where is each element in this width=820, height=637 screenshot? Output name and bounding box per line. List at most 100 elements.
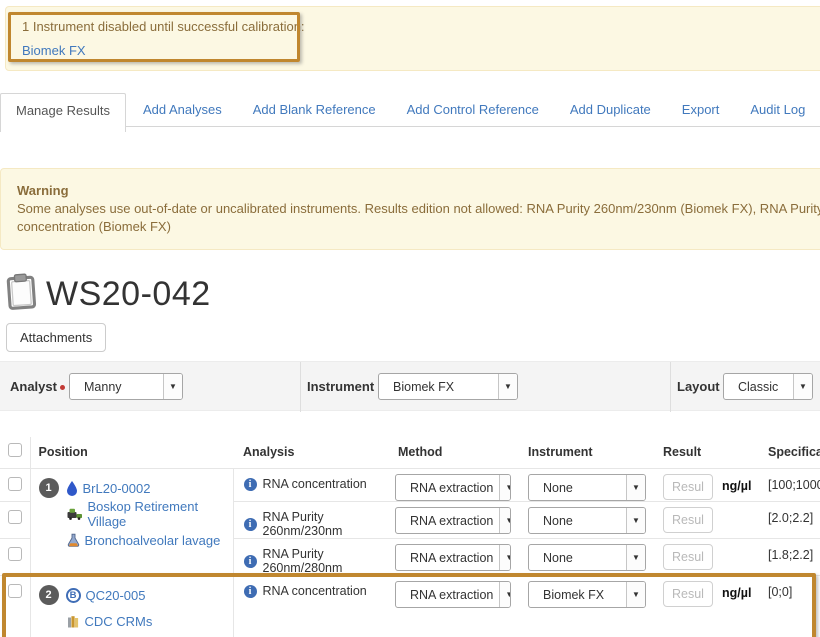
water-drop-icon [66, 481, 78, 496]
analysis-instrument-select-value: Biomek FX [529, 588, 610, 602]
method-select-value: RNA extraction [396, 551, 499, 565]
instrument-link[interactable]: Biomek FX [22, 43, 86, 58]
tab-export[interactable]: Export [668, 93, 734, 127]
warning-title: Warning [17, 182, 820, 200]
analysis-name: RNA concentration [263, 584, 367, 598]
client-icon [67, 508, 83, 520]
analysis-name: RNA Purity 260nm/280nm [263, 547, 391, 575]
dropdown-arrow-icon: ▼ [499, 475, 511, 500]
info-icon[interactable]: i [244, 585, 257, 598]
dropdown-arrow-icon: ▼ [793, 374, 812, 399]
dropdown-arrow-icon: ▼ [626, 475, 645, 500]
sample-type-flask-icon [67, 533, 80, 547]
calibration-alert: 1 Instrument disabled until successful c… [5, 6, 820, 71]
tab-manage-results[interactable]: Manage Results [0, 93, 126, 132]
layout-select[interactable]: Classic ▼ [723, 373, 813, 400]
dropdown-arrow-icon: ▼ [163, 374, 182, 399]
method-select[interactable]: RNA extraction▼ [395, 581, 511, 608]
bar-divider [670, 362, 671, 412]
specification-value: [100;1000] [768, 478, 820, 492]
tab-add-duplicate[interactable]: Add Duplicate [556, 93, 665, 127]
row-checkbox[interactable] [8, 477, 22, 491]
column-header-specification: Specification [762, 437, 820, 469]
bar-divider [300, 362, 301, 412]
method-select-value: RNA extraction [396, 481, 499, 495]
calibration-alert-message: 1 Instrument disabled until successful c… [22, 19, 820, 34]
unit-label: ng/µl [722, 586, 751, 600]
analysis-instrument-select[interactable]: None ▼ [528, 544, 646, 571]
page-title: WS20-042 [46, 275, 211, 314]
analyst-select-value: Manny [70, 380, 128, 394]
column-header-position: Position [30, 437, 233, 469]
specification-value: [2.0;2.2] [768, 511, 813, 525]
instrument-select[interactable]: Biomek FX ▼ [378, 373, 518, 400]
instrument-label: Instrument [307, 379, 374, 394]
position-badge: 1 [39, 478, 59, 498]
info-icon[interactable]: i [244, 518, 257, 531]
worksheet-controls-bar: Analyst Manny ▼ Instrument Biomek FX ▼ L… [0, 361, 820, 411]
analysis-instrument-select[interactable]: None ▼ [528, 507, 646, 534]
instrument-select-value: Biomek FX [379, 380, 460, 394]
method-select[interactable]: RNA extraction▼ [395, 474, 511, 501]
sample-link[interactable]: QC20-005 [86, 588, 146, 603]
method-select[interactable]: RNA extraction▼ [395, 544, 511, 571]
dropdown-arrow-icon: ▼ [626, 545, 645, 570]
analysis-name: RNA concentration [263, 477, 367, 491]
sample-link[interactable]: BrL20-0002 [83, 481, 151, 496]
analysis-instrument-select-value: None [529, 514, 579, 528]
analysis-row: 2B QC20-005 CDC CRMs i RNA concentration RNA … [0, 576, 820, 637]
tab-add-blank-reference[interactable]: Add Blank Reference [239, 93, 390, 127]
analyst-label: Analyst [10, 379, 57, 394]
layout-label: Layout [677, 379, 720, 394]
clipboard-icon [5, 272, 39, 316]
specification-value: [1.8;2.2] [768, 548, 813, 562]
analysis-name: RNA Purity 260nm/230nm [263, 510, 391, 538]
warning-alert: Warning Some analyses use out-of-date or… [0, 168, 820, 250]
info-icon[interactable]: i [244, 478, 257, 491]
dropdown-arrow-icon: ▼ [626, 582, 645, 607]
client-link[interactable]: Boskop Retirement Village [88, 499, 233, 529]
select-all-checkbox[interactable] [8, 443, 22, 457]
layout-select-value: Classic [724, 380, 784, 394]
tab-add-analyses[interactable]: Add Analyses [129, 93, 236, 127]
analysis-instrument-select-value: None [529, 481, 579, 495]
reference-samples-icon [67, 615, 80, 628]
row-checkbox[interactable] [8, 547, 22, 561]
warning-text-line2: concentration (Biomek FX) [17, 218, 820, 236]
position-badge: 2 [39, 585, 59, 605]
method-select-value: RNA extraction [396, 514, 499, 528]
column-header-result: Result [658, 437, 718, 469]
blank-reference-icon: B [66, 588, 81, 603]
analysis-instrument-select[interactable]: Biomek FX ▼ [528, 581, 646, 608]
tab-audit-log[interactable]: Audit Log [736, 93, 819, 127]
dropdown-arrow-icon: ▼ [499, 508, 511, 533]
analysis-instrument-select-value: None [529, 551, 579, 565]
worksheet-page: 1 Instrument disabled until successful c… [0, 0, 820, 637]
required-dot-icon [60, 385, 65, 390]
method-select[interactable]: RNA extraction▼ [395, 507, 511, 534]
analysis-instrument-select[interactable]: None ▼ [528, 474, 646, 501]
column-header-instrument: Instrument [520, 437, 658, 469]
tab-add-control-reference[interactable]: Add Control Reference [393, 93, 553, 127]
result-input [663, 507, 713, 533]
dropdown-arrow-icon: ▼ [626, 508, 645, 533]
result-input [663, 474, 713, 500]
analysis-row: 1BrL20-0002Boskop Retirement VillageBron… [0, 469, 820, 502]
dropdown-arrow-icon: ▼ [499, 545, 511, 570]
warning-text-line1: Some analyses use out-of-date or uncalib… [17, 200, 820, 218]
sample-type-link[interactable]: CDC CRMs [85, 614, 153, 629]
result-input [663, 581, 713, 607]
attachments-button[interactable]: Attachments [6, 323, 106, 352]
sample-type-link[interactable]: Bronchoalveolar lavage [85, 533, 221, 548]
results-table: Position Analysis Method Instrument Resu… [0, 437, 820, 637]
row-checkbox[interactable] [8, 510, 22, 524]
column-header-analysis: Analysis [233, 437, 390, 469]
result-input [663, 544, 713, 570]
tab-bar: Manage ResultsAdd AnalysesAdd Blank Refe… [0, 93, 820, 127]
unit-label: ng/µl [722, 479, 751, 493]
dropdown-arrow-icon: ▼ [498, 374, 517, 399]
row-checkbox[interactable] [8, 584, 22, 598]
analyst-select[interactable]: Manny ▼ [69, 373, 183, 400]
info-icon[interactable]: i [244, 555, 257, 568]
dropdown-arrow-icon: ▼ [499, 582, 511, 607]
